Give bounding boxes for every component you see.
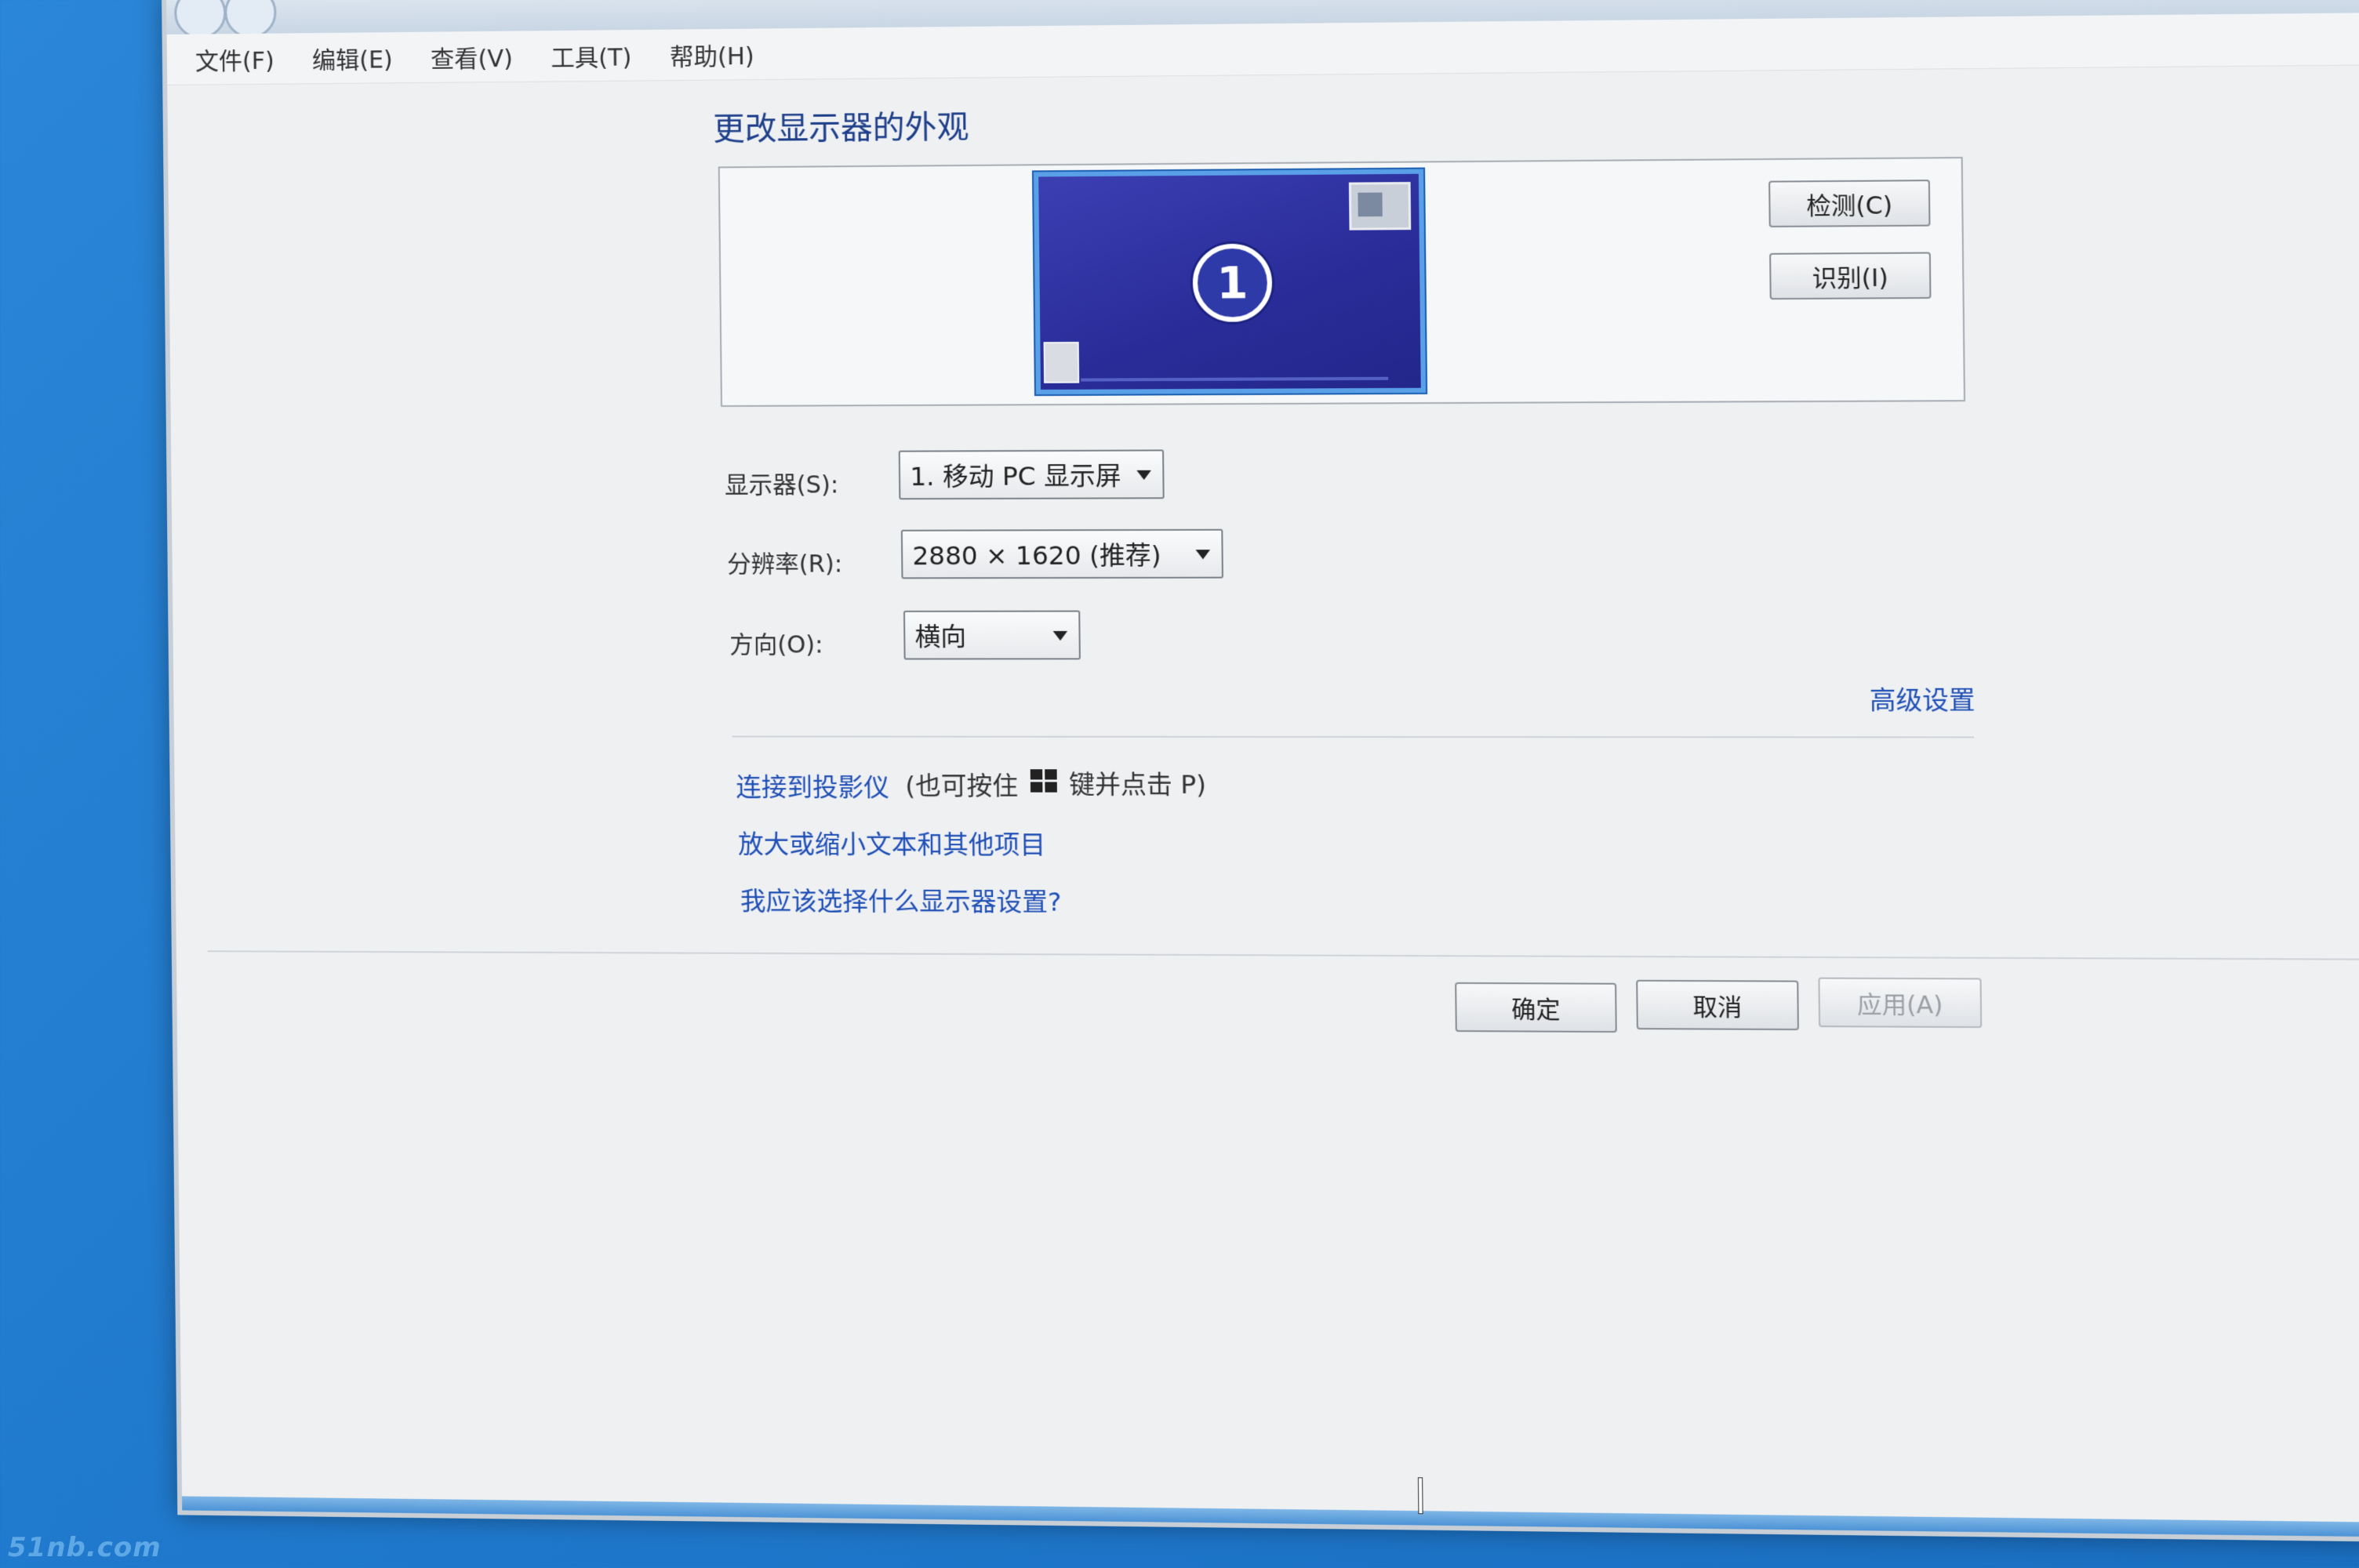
identify-button[interactable]: 识别(I): [1769, 252, 1931, 299]
display-label: 显示器(S):: [725, 465, 839, 500]
display-select[interactable]: 1. 移动 PC 显示屏: [899, 449, 1165, 499]
menu-help[interactable]: 帮助(H): [670, 37, 754, 72]
empty-area: [177, 1073, 2359, 1538]
content-area: 更改显示器的外观 1 检测(C) 识别(I) 显示器(S): 1. 移动 PC …: [167, 64, 2359, 1538]
display-help-link[interactable]: 我应该选择什么显示器设置?: [740, 881, 1062, 919]
taskbar-thumbnail-icon: [1044, 342, 1080, 383]
orientation-select-value: 横向: [914, 617, 966, 654]
detect-button[interactable]: 检测(C): [1768, 180, 1930, 227]
resolution-select-value: 2880 × 1620 (推荐): [912, 535, 1161, 572]
resize-cursor-icon: [1412, 1471, 1428, 1519]
projector-hint-prefix: (也可按住: [905, 766, 1018, 803]
projector-hint-suffix: 键并点击 P): [1069, 764, 1206, 801]
cancel-button[interactable]: 取消: [1636, 980, 1799, 1030]
menu-tools[interactable]: 工具(T): [551, 38, 631, 73]
windows-logo-icon: [1030, 769, 1058, 793]
orientation-label: 方向(O):: [729, 625, 823, 660]
monitor-preview-area: 1 检测(C) 识别(I): [718, 157, 1965, 407]
apply-button[interactable]: 应用(A): [1818, 978, 1982, 1029]
footer-divider: [208, 950, 2359, 960]
advanced-settings-link[interactable]: 高级设置: [1870, 680, 1976, 717]
window-thumbnail-icon: [1349, 182, 1411, 230]
page-title: 更改显示器的外观: [713, 101, 969, 149]
chevron-down-icon: [1196, 550, 1211, 559]
ok-button[interactable]: 确定: [1455, 982, 1617, 1033]
display-settings-window: 文件(F) 编辑(E) 查看(V) 工具(T) 帮助(H) 更改显示器的外观 1…: [162, 0, 2359, 1543]
resolution-label: 分辨率(R):: [727, 544, 842, 579]
chevron-down-icon: [1136, 470, 1151, 480]
menu-edit[interactable]: 编辑(E): [312, 40, 393, 75]
text-size-link[interactable]: 放大或缩小文本和其他项目: [738, 824, 1046, 861]
menu-view[interactable]: 查看(V): [431, 39, 513, 74]
display-select-value: 1. 移动 PC 显示屏: [910, 456, 1121, 493]
monitor-number-badge: 1: [1192, 244, 1272, 322]
menu-file[interactable]: 文件(F): [195, 42, 274, 77]
resolution-select[interactable]: 2880 × 1620 (推荐): [901, 529, 1223, 579]
section-divider: [732, 735, 1974, 738]
orientation-select[interactable]: 横向: [903, 611, 1081, 660]
chevron-down-icon: [1053, 631, 1068, 641]
taskbar-line: [1081, 377, 1388, 382]
monitor-icon[interactable]: 1: [1034, 169, 1426, 394]
watermark-logo: 51nb.com: [8, 1532, 162, 1563]
connect-projector-link[interactable]: 连接到投影仪: [736, 768, 889, 804]
